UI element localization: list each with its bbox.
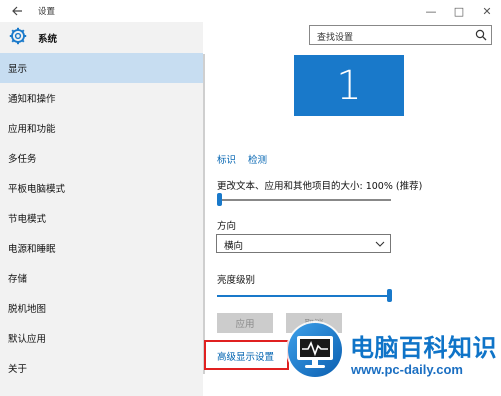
title-bar: 设置 — □ ✕ [0, 0, 501, 22]
sidebar-item-label: 脱机地图 [8, 304, 47, 315]
brightness-label: 亮度级别 [217, 275, 256, 286]
scroll-divider [203, 54, 205, 374]
brightness-slider-thumb[interactable] [387, 289, 392, 302]
watermark-title: 电脑百科知识 [350, 334, 497, 362]
scale-label: 更改文本、应用和其他项目的大小: 100% (推荐) [217, 181, 423, 192]
search-placeholder: 查找设置 [317, 33, 354, 43]
highlight-annotation [204, 340, 289, 370]
sidebar-item-label: 电源和睡眠 [8, 244, 56, 255]
window-title: 设置 [38, 7, 56, 17]
minimize-button[interactable]: — [423, 3, 439, 19]
sidebar-title: 系统 [38, 34, 58, 45]
search-icon[interactable] [475, 29, 487, 41]
sidebar-item-apps[interactable]: 应用和功能 [0, 113, 203, 143]
watermark: 电脑百科知识 www.pc-daily.com [284, 316, 497, 388]
sidebar-item-tablet-mode[interactable]: 平板电脑模式 [0, 173, 203, 203]
monitor-number: 1 [336, 62, 362, 109]
sidebar-header: 系统 [0, 22, 203, 52]
sidebar-item-label: 关于 [8, 364, 28, 375]
monitor-logo-icon [286, 321, 344, 379]
chevron-down-icon [375, 241, 385, 247]
close-button[interactable]: ✕ [479, 3, 495, 19]
sidebar-nav: 显示 通知和操作 应用和功能 多任务 平板电脑模式 节电模式 电源和睡眠 存储 … [0, 53, 203, 383]
apply-button[interactable]: 应用 [217, 313, 273, 333]
sidebar-item-label: 多任务 [8, 154, 37, 165]
orientation-label: 方向 [217, 221, 237, 232]
sidebar-item-label: 平板电脑模式 [8, 184, 66, 195]
detect-link[interactable]: 检测 [248, 152, 267, 166]
sidebar-item-label: 显示 [8, 64, 28, 75]
maximize-button[interactable]: □ [451, 3, 467, 19]
sidebar-item-power-sleep[interactable]: 电源和睡眠 [0, 233, 203, 263]
sidebar-item-label: 应用和功能 [8, 124, 56, 135]
sidebar-item-notifications[interactable]: 通知和操作 [0, 83, 203, 113]
brightness-slider-track[interactable] [217, 295, 388, 297]
identify-link[interactable]: 标识 [217, 152, 236, 166]
gear-icon [9, 27, 27, 45]
scale-slider-track[interactable] [220, 199, 391, 201]
sidebar-item-default-apps[interactable]: 默认应用 [0, 323, 203, 353]
watermark-url: www.pc-daily.com [351, 362, 463, 377]
orientation-value: 横向 [224, 241, 244, 252]
sidebar-item-offline-maps[interactable]: 脱机地图 [0, 293, 203, 323]
sidebar-item-label: 默认应用 [8, 334, 47, 345]
sidebar-item-label: 通知和操作 [8, 94, 56, 105]
sidebar-item-multitasking[interactable]: 多任务 [0, 143, 203, 173]
sidebar-item-battery-saver[interactable]: 节电模式 [0, 203, 203, 233]
sidebar-item-label: 存储 [8, 274, 28, 285]
search-input[interactable]: 查找设置 [309, 25, 492, 45]
back-arrow-icon[interactable] [10, 4, 24, 18]
sidebar: 系统 显示 通知和操作 应用和功能 多任务 平板电脑模式 节电模式 电源和睡眠 … [0, 22, 203, 396]
scale-slider-thumb[interactable] [217, 193, 222, 206]
monitor-tile[interactable]: 1 [294, 55, 404, 116]
sidebar-item-storage[interactable]: 存储 [0, 263, 203, 293]
sidebar-item-display[interactable]: 显示 [0, 53, 203, 83]
sidebar-item-about[interactable]: 关于 [0, 353, 203, 383]
orientation-select[interactable]: 横向 [216, 234, 391, 253]
sidebar-item-label: 节电模式 [8, 214, 47, 225]
